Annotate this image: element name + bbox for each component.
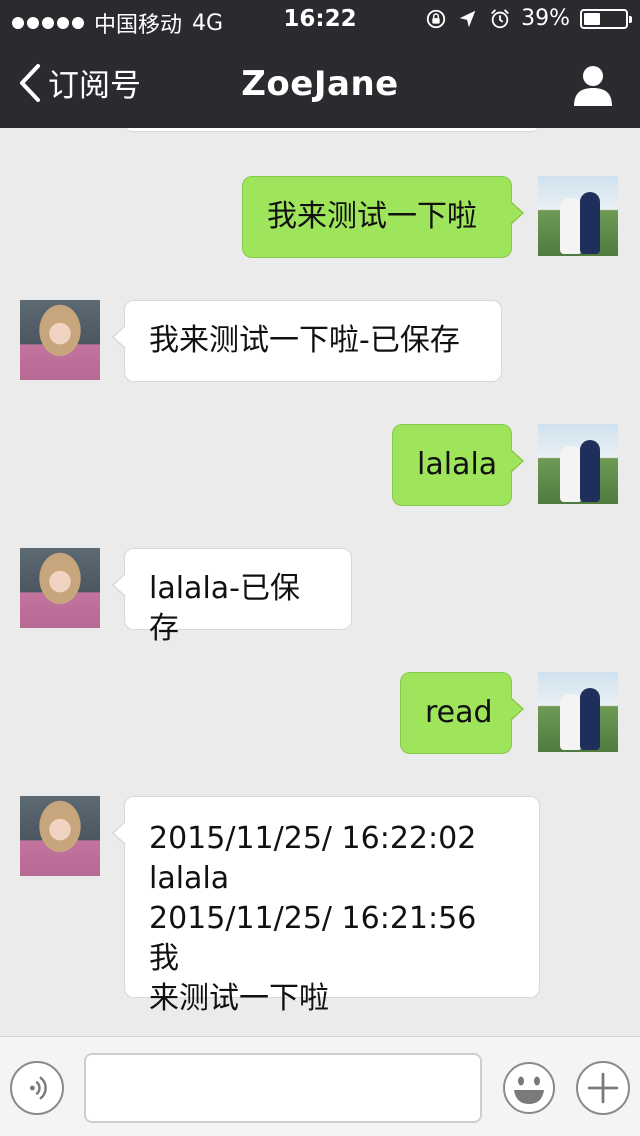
person-icon[interactable] <box>572 64 614 106</box>
battery-percent: 39% <box>521 6 570 31</box>
message-bubble-incoming[interactable]: 2015/11/25/ 16:22:02 lalala 2015/11/25/ … <box>112 796 540 1016</box>
voice-button[interactable] <box>10 1061 64 1115</box>
message-bubble-outgoing[interactable]: lalala <box>392 424 524 506</box>
voice-icon <box>29 1076 47 1100</box>
avatar-contact[interactable] <box>20 300 100 380</box>
emoji-button[interactable] <box>502 1061 556 1115</box>
message-bubble-partial <box>124 128 540 132</box>
rotation-lock-icon <box>426 9 446 28</box>
avatar-self[interactable] <box>538 176 618 256</box>
nav-bar: 订阅号 ZoeJane <box>0 40 640 128</box>
avatar-self[interactable] <box>538 424 618 504</box>
more-button[interactable] <box>576 1061 630 1115</box>
message-bubble-incoming[interactable]: 我来测试一下啦-已保存 <box>112 300 502 382</box>
battery-icon <box>580 8 632 29</box>
top-bar: 中国移动 4G 16:22 39% 订阅号 ZoeJane <box>0 0 640 128</box>
avatar-self[interactable] <box>538 672 618 752</box>
input-bar <box>0 1036 640 1136</box>
chat-title: ZoeJane <box>241 64 399 104</box>
emoji-icon <box>503 1062 555 1114</box>
message-bubble-outgoing[interactable]: read <box>400 672 524 754</box>
plus-icon <box>587 1072 619 1104</box>
alarm-icon <box>491 8 509 28</box>
message-list[interactable]: 我来测试一下啦 我来测试一下啦-已保存 lalala lalala-已保存 re… <box>0 128 640 1036</box>
message-bubble-outgoing[interactable]: 我来测试一下啦 <box>242 176 524 258</box>
message-bubble-incoming[interactable]: lalala-已保存 <box>112 548 352 646</box>
avatar-contact[interactable] <box>20 548 100 628</box>
location-icon <box>459 10 476 27</box>
status-bar: 中国移动 4G 16:22 39% <box>0 0 640 40</box>
avatar-contact[interactable] <box>20 796 100 876</box>
message-input[interactable] <box>84 1053 482 1123</box>
status-right: 39% <box>425 6 632 31</box>
